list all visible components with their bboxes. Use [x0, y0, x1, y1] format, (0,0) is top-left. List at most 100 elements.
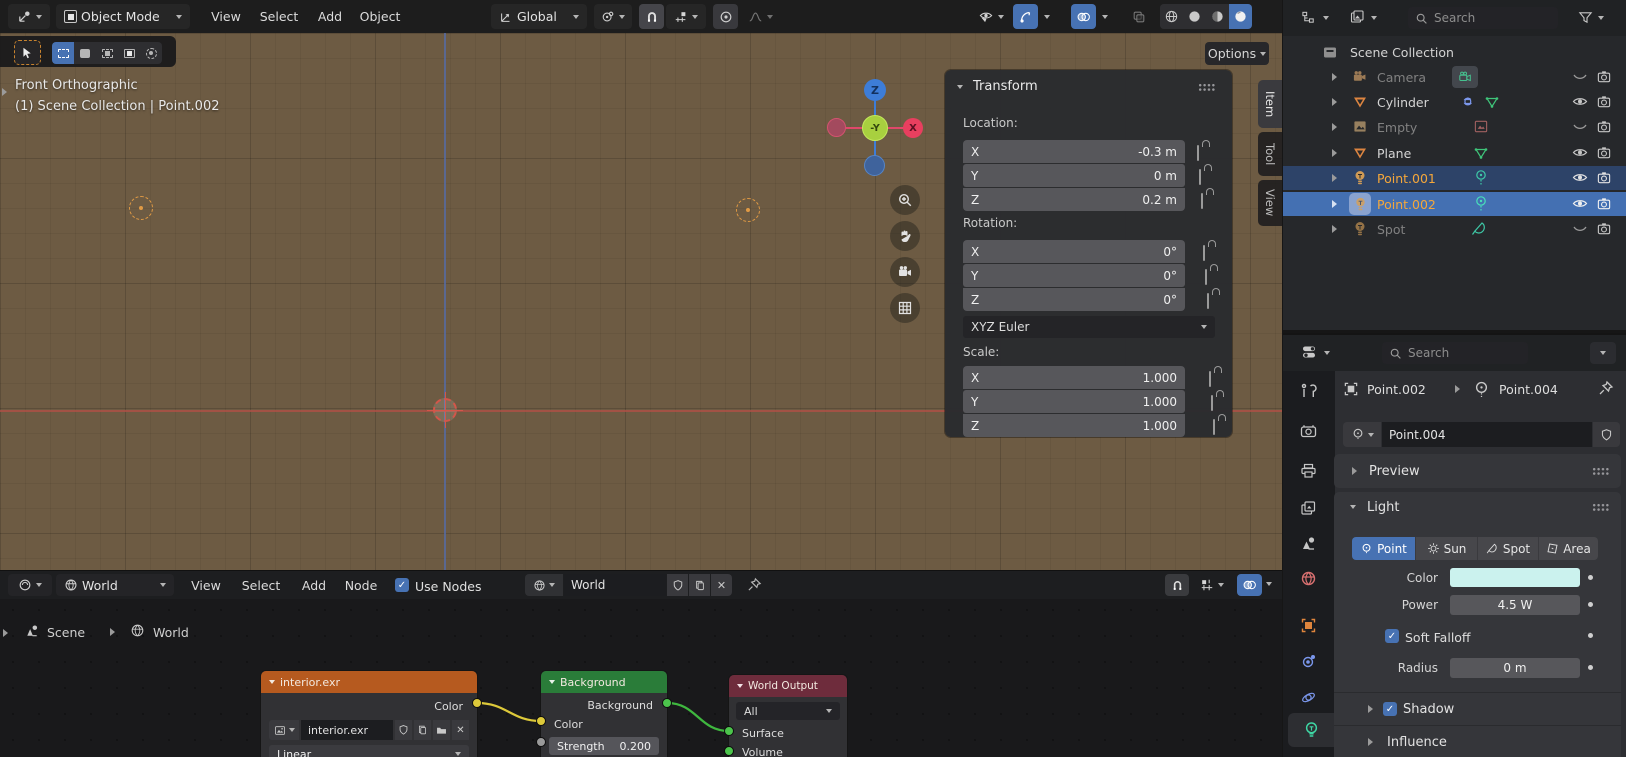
outliner-search-input[interactable]: Search: [1408, 7, 1558, 29]
outliner-row-plane[interactable]: Plane: [1283, 141, 1626, 165]
expand-chevron[interactable]: [1332, 98, 1337, 106]
mesh-data-icon[interactable]: [1473, 145, 1489, 161]
outliner-filter-image-chevron[interactable]: [1371, 16, 1377, 20]
socket-output-volume-in[interactable]: [724, 746, 734, 756]
image-data-badge[interactable]: [1473, 119, 1489, 134]
sidebar-tab-tool[interactable]: Tool: [1258, 132, 1282, 176]
visibility-dropdown[interactable]: [971, 4, 1011, 29]
node-output-target-dropdown[interactable]: All: [736, 702, 840, 720]
mesh-data-icon[interactable]: [1484, 94, 1500, 110]
toolbar-expand-arrow[interactable]: [2, 88, 7, 96]
location-z-field[interactable]: Z0.2 m: [963, 188, 1185, 211]
shadow-checkbox[interactable]: ✓: [1383, 702, 1397, 716]
outliner-row-spot[interactable]: Spot: [1283, 217, 1626, 241]
shadow-subpanel-header[interactable]: ✓ Shadow: [1334, 697, 1621, 721]
outliner-row-empty[interactable]: Empty: [1283, 115, 1626, 139]
power-animate-dot[interactable]: [1588, 602, 1593, 607]
shading-material-button[interactable]: [1206, 4, 1229, 29]
render-visibility-icon[interactable]: [1596, 69, 1612, 84]
render-visibility-icon[interactable]: [1596, 170, 1612, 185]
scale-y-field[interactable]: Y1.000: [963, 390, 1185, 413]
render-visibility-icon[interactable]: [1596, 196, 1612, 211]
color-animate-dot[interactable]: [1588, 575, 1593, 580]
light-type-sun-button[interactable]: Sun: [1415, 537, 1477, 560]
tab-output-icon[interactable]: [1300, 463, 1317, 479]
rotation-z-field[interactable]: Z0°: [963, 288, 1185, 311]
overlays-dropdown-chevron[interactable]: [1098, 4, 1112, 29]
radius-field[interactable]: 0 m: [1450, 658, 1580, 678]
show-gizmo-button[interactable]: [1013, 4, 1038, 29]
nav-gizmo-neg-x-ball[interactable]: [827, 118, 846, 137]
menu-select[interactable]: Select: [254, 4, 304, 29]
modifier-wrench-icon[interactable]: [1458, 94, 1473, 109]
hide-eye-open-icon[interactable]: [1572, 171, 1588, 184]
image-datablock-dropdown[interactable]: [269, 720, 299, 740]
socket-background-out[interactable]: [662, 698, 672, 708]
camera-view-button[interactable]: [890, 257, 920, 287]
outliner-row-scene-collection[interactable]: Scene Collection: [1283, 40, 1626, 64]
tab-constraints-icon[interactable]: [1300, 653, 1317, 670]
rotation-x-field[interactable]: X0°: [963, 240, 1185, 263]
select-box-button[interactable]: [52, 42, 74, 64]
image-colorspace-dropdown[interactable]: Linear: [269, 745, 469, 757]
gizmo-dropdown-chevron[interactable]: [1040, 4, 1054, 29]
shading-solid-button[interactable]: [1183, 4, 1206, 29]
image-open-folder-button[interactable]: [433, 720, 450, 740]
show-overlays-button[interactable]: [1071, 4, 1096, 29]
shading-wireframe-button[interactable]: [1160, 4, 1183, 29]
light-type-area-button[interactable]: Area: [1538, 537, 1598, 560]
light-drag-dots[interactable]: [1592, 503, 1609, 511]
light-type-spot-button[interactable]: Spot: [1477, 537, 1538, 560]
tab-physics-icon[interactable]: [1300, 689, 1317, 706]
properties-options-chevron[interactable]: [1590, 342, 1616, 364]
outliner-row-cylinder[interactable]: Cylinder: [1283, 90, 1626, 114]
outliner-display-mode-chevron[interactable]: [1323, 16, 1329, 20]
options-dropdown[interactable]: Options: [1205, 42, 1269, 65]
proportional-edit-button[interactable]: [713, 4, 738, 29]
tab-tool-icon[interactable]: [1300, 383, 1317, 400]
select-extend-button[interactable]: [96, 42, 118, 64]
proportional-falloff-dropdown[interactable]: [741, 4, 779, 29]
sidebar-tab-item[interactable]: Item: [1258, 80, 1282, 128]
light-type-point-button[interactable]: Point: [1352, 537, 1415, 560]
scale-x-field[interactable]: X1.000: [963, 366, 1185, 389]
outliner-row-point-001[interactable]: Point.001: [1283, 166, 1626, 190]
shading-rendered-button[interactable]: [1229, 4, 1252, 29]
scale-y-lock-icon[interactable]: [1211, 395, 1213, 411]
light-panel-header[interactable]: Light: [1334, 492, 1621, 522]
location-x-lock-icon[interactable]: [1197, 145, 1199, 161]
rotation-mode-dropdown[interactable]: XYZ Euler: [963, 316, 1215, 338]
preview-panel-header[interactable]: Preview: [1334, 454, 1621, 488]
light-datablock-type-dropdown[interactable]: [1343, 422, 1381, 447]
expand-chevron[interactable]: [1332, 174, 1337, 182]
breadcrumb-data-name[interactable]: Point.004: [1499, 382, 1558, 397]
properties-editor-chevron[interactable]: [1324, 351, 1330, 355]
outliner-filter-funnel-chevron[interactable]: [1598, 16, 1604, 20]
fake-user-shield-button[interactable]: [1593, 422, 1620, 447]
outliner-row-point-002[interactable]: Point.002: [1283, 192, 1626, 216]
socket-output-surface-in[interactable]: [724, 726, 734, 736]
scale-z-lock-icon[interactable]: [1213, 419, 1215, 435]
point-light-data-icon[interactable]: [1473, 195, 1489, 213]
nav-gizmo-neg-y-ball[interactable]: -Y: [862, 115, 888, 141]
node-image-texture[interactable]: interior.exr Color interior.exr ✕ Linear: [261, 671, 477, 757]
influence-subpanel-header[interactable]: Influence: [1334, 730, 1621, 754]
pivot-dropdown[interactable]: [594, 4, 632, 29]
light-datablock-name-field[interactable]: Point.004: [1382, 422, 1592, 447]
location-y-lock-icon[interactable]: [1199, 169, 1201, 185]
location-y-field[interactable]: Y0 m: [963, 164, 1185, 187]
outliner-display-mode-icon[interactable]: [1301, 10, 1317, 25]
location-x-field[interactable]: X-0.3 m: [963, 140, 1185, 163]
node-background-strength-field[interactable]: Strength0.200: [549, 737, 659, 755]
soft-falloff-animate-dot[interactable]: [1588, 633, 1593, 638]
expand-chevron[interactable]: [1332, 73, 1337, 81]
spot-light-data-icon[interactable]: [1471, 220, 1488, 237]
hide-eye-open-icon[interactable]: [1572, 95, 1588, 108]
power-field[interactable]: 4.5 W: [1450, 595, 1580, 615]
expand-chevron[interactable]: [1332, 149, 1337, 157]
image-fake-user-button[interactable]: [395, 720, 412, 740]
point-light-data-icon[interactable]: [1473, 169, 1489, 187]
render-visibility-icon[interactable]: [1596, 221, 1612, 236]
breadcrumb-object-name[interactable]: Point.002: [1367, 382, 1426, 397]
rotation-z-lock-icon[interactable]: [1207, 293, 1209, 309]
